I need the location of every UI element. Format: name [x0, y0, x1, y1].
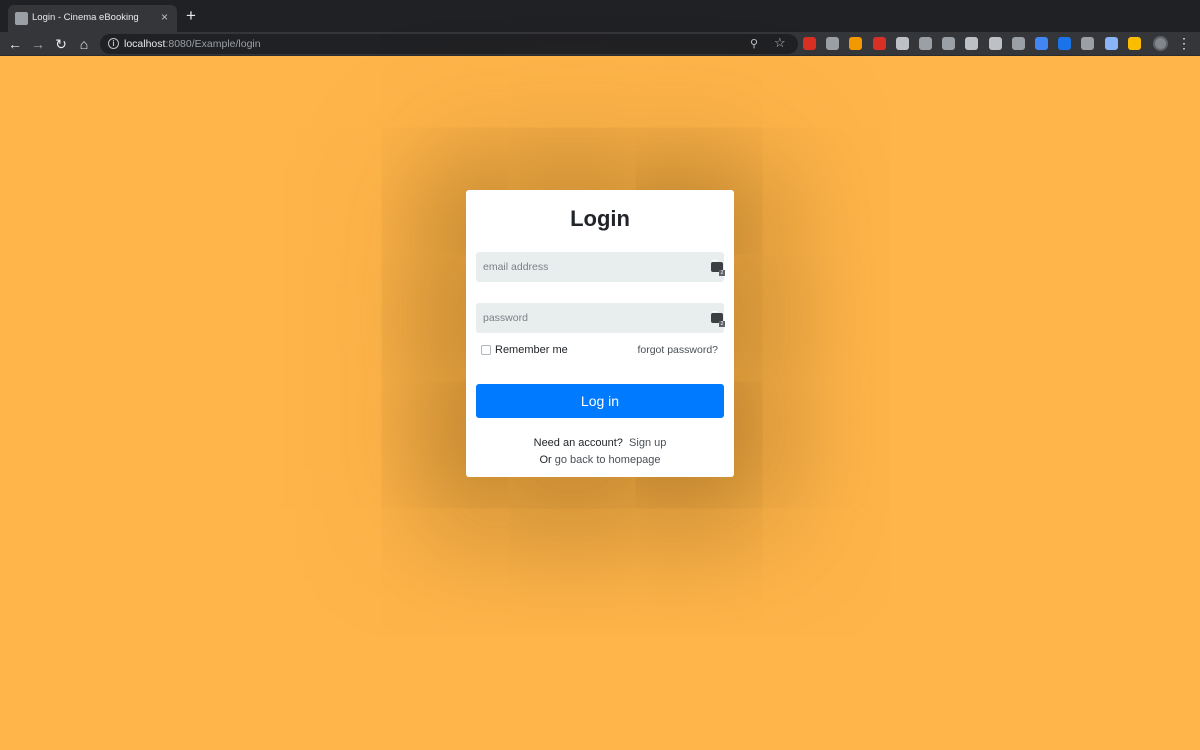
- sticky-note-icon[interactable]: [1128, 37, 1141, 50]
- password-field[interactable]: [476, 303, 724, 333]
- close-tab-icon[interactable]: ×: [161, 10, 168, 24]
- bird-extension-icon[interactable]: [1105, 37, 1118, 50]
- browser-tab[interactable]: Login - Cinema eBooking ×: [8, 5, 177, 32]
- signup-prompt: Need an account?: [533, 437, 623, 449]
- tab-title: Login - Cinema eBooking: [32, 12, 139, 23]
- drive-icon[interactable]: [826, 37, 839, 50]
- new-tab-button[interactable]: +: [186, 7, 196, 25]
- chart-extension-icon[interactable]: [849, 37, 862, 50]
- back-icon[interactable]: ←: [6, 35, 24, 53]
- bookmark-star-icon[interactable]: ☆: [774, 35, 786, 51]
- browser-tab-strip: Login - Cinema eBooking × +: [0, 0, 1200, 32]
- mask-extension-icon[interactable]: [1081, 37, 1094, 50]
- css-extension-icon[interactable]: [1012, 37, 1025, 50]
- password-manager-badge: 2: [719, 321, 725, 327]
- calendar-31-icon[interactable]: [1058, 37, 1071, 50]
- ublock-icon[interactable]: [803, 37, 816, 50]
- key-icon[interactable]: ⚲: [750, 37, 758, 50]
- print-extension-icon[interactable]: [989, 37, 1002, 50]
- forward-icon[interactable]: →: [29, 35, 47, 53]
- site-info-icon[interactable]: i: [108, 38, 119, 49]
- menu-icon[interactable]: ⋮: [1177, 34, 1191, 52]
- homepage-prefix: Or: [539, 454, 552, 466]
- favicon-icon: [15, 12, 28, 25]
- signup-link[interactable]: Sign up: [629, 437, 666, 449]
- reload-icon[interactable]: ↻: [52, 35, 70, 53]
- login-button[interactable]: Log in: [476, 384, 724, 418]
- signup-line: Need an account? Sign up: [466, 437, 734, 449]
- homepage-line: Or go back to homepage: [466, 454, 734, 466]
- home-icon[interactable]: ⌂: [75, 35, 93, 53]
- screen-extension-icon[interactable]: [919, 37, 932, 50]
- clock-12h-icon[interactable]: [1035, 37, 1048, 50]
- json-extension-icon[interactable]: [965, 37, 978, 50]
- address-bar[interactable]: i localhost:8080/Example/login ⚲ ☆: [100, 34, 798, 54]
- remember-me-checkbox[interactable]: [481, 345, 491, 355]
- evernote-icon[interactable]: [896, 37, 909, 50]
- browser-toolbar: ← → ↻ ⌂ i localhost:8080/Example/login ⚲…: [0, 32, 1200, 56]
- page-title: Login: [570, 206, 630, 231]
- homepage-link[interactable]: go back to homepage: [555, 454, 661, 466]
- profile-avatar[interactable]: [1153, 36, 1168, 51]
- dollar-extension-icon[interactable]: [942, 37, 955, 50]
- login-card: Login 2 2 Remember me forgot password? L…: [466, 190, 734, 477]
- forgot-password-link[interactable]: forgot password?: [637, 344, 718, 356]
- remember-me-label[interactable]: Remember me: [495, 344, 568, 356]
- youtube-extension-icon[interactable]: [873, 37, 886, 50]
- password-manager-badge: 2: [719, 270, 725, 276]
- email-field[interactable]: [476, 252, 724, 282]
- url-text[interactable]: localhost:8080/Example/login: [124, 38, 261, 50]
